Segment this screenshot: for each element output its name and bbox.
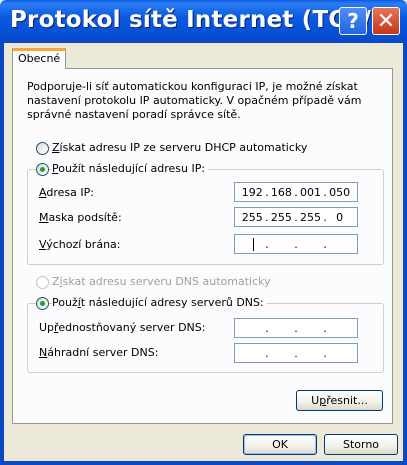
alternate-dns-input[interactable]: ...	[234, 343, 358, 363]
radio-ip-manual-label[interactable]: Použít následující adresu IP:	[52, 162, 209, 176]
radio-dns-auto-label[interactable]: Získat adresu serveru DNS automaticky	[52, 275, 274, 289]
preferred-dns-label: Upřednostňovaný server DNS:	[39, 321, 206, 334]
radio-dns-auto[interactable]	[36, 276, 49, 289]
tab-general[interactable]: Obecné	[12, 48, 66, 69]
text-caret	[253, 238, 254, 251]
ok-button[interactable]: OK	[243, 434, 317, 455]
preferred-dns-input[interactable]: ...	[234, 318, 358, 338]
title-bar[interactable]: Protokol sítě Internet (TCP/... ? ✕	[0, 0, 407, 43]
frame-right	[403, 43, 407, 465]
close-button[interactable]: ✕	[372, 7, 400, 35]
advanced-button[interactable]: Up řesnit...	[296, 390, 383, 411]
frame-bottom	[0, 461, 407, 465]
frame-left	[0, 43, 4, 465]
dialog-window: Protokol sítě Internet (TCP/... ? ✕ Obec…	[0, 0, 407, 465]
close-icon: ✕	[376, 8, 396, 34]
radio-ip-manual[interactable]	[36, 163, 49, 176]
radio-ip-auto[interactable]	[36, 142, 49, 155]
help-button[interactable]: ?	[339, 7, 367, 35]
default-gateway-label: Výchozí brána:	[39, 238, 121, 251]
ip-address-input[interactable]: 192. 168. 001. 050	[234, 182, 358, 202]
help-icon: ?	[347, 9, 359, 33]
cancel-button[interactable]: Storno	[324, 434, 398, 455]
subnet-mask-input[interactable]: 255. 255. 255. 0	[234, 207, 358, 227]
intro-text: Podporuje-li síť automatickou konfigurac…	[27, 80, 362, 121]
radio-ip-auto-label[interactable]: Získat adresu IP ze serveru DHCP automat…	[52, 141, 311, 155]
radio-dns-manual[interactable]	[36, 297, 49, 310]
subnet-mask-label: Maska podsítě:	[39, 211, 122, 224]
alternate-dns-label: Náhradní server DNS:	[39, 346, 159, 359]
radio-dns-manual-label[interactable]: Použít následující adresy serverů DNS:	[52, 296, 267, 310]
default-gateway-input[interactable]: ...	[234, 234, 358, 254]
ip-address-label: Adresa IP:	[39, 186, 94, 199]
